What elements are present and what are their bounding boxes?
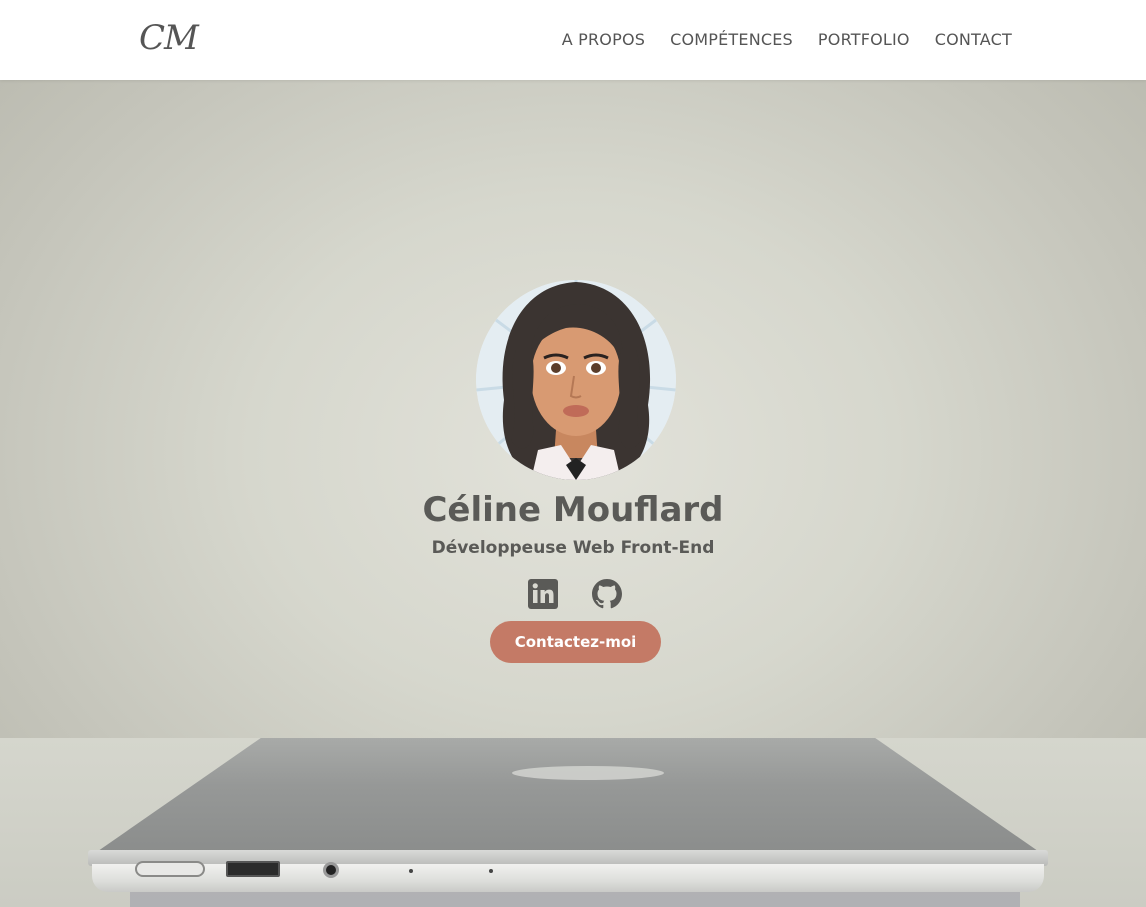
- audio-port-icon: [323, 862, 339, 878]
- site-logo[interactable]: CM: [139, 18, 199, 58]
- avatar: [476, 280, 676, 480]
- nav-link-portfolio[interactable]: PORTFOLIO: [818, 30, 910, 49]
- hero-subtitle: Développeuse Web Front-End: [431, 538, 715, 558]
- laptop-indicator-dot: [489, 869, 493, 873]
- social-links: [527, 578, 623, 610]
- nav-link-a-propos[interactable]: A PROPOS: [562, 30, 645, 49]
- hero-section: Céline Mouflard Développeuse Web Front-E…: [0, 80, 1146, 907]
- hero-name: Céline Mouflard: [422, 490, 724, 530]
- magsafe-port-icon: [135, 861, 205, 877]
- usb-port-icon: [226, 861, 280, 877]
- nav-link-contact[interactable]: CONTACT: [935, 30, 1012, 49]
- main-nav: A PROPOS COMPÉTENCES PORTFOLIO CONTACT: [562, 30, 1012, 49]
- laptop-shadow: [130, 892, 1020, 907]
- linkedin-icon[interactable]: [527, 578, 559, 610]
- laptop-indicator-dot: [409, 869, 413, 873]
- contact-me-button[interactable]: Contactez-moi: [490, 621, 661, 663]
- avatar-illustration-icon: [476, 280, 676, 480]
- github-icon[interactable]: [591, 578, 623, 610]
- apple-logo-icon: [512, 766, 664, 780]
- nav-link-competences[interactable]: COMPÉTENCES: [670, 30, 793, 49]
- site-header: CM A PROPOS COMPÉTENCES PORTFOLIO CONTAC…: [0, 0, 1146, 80]
